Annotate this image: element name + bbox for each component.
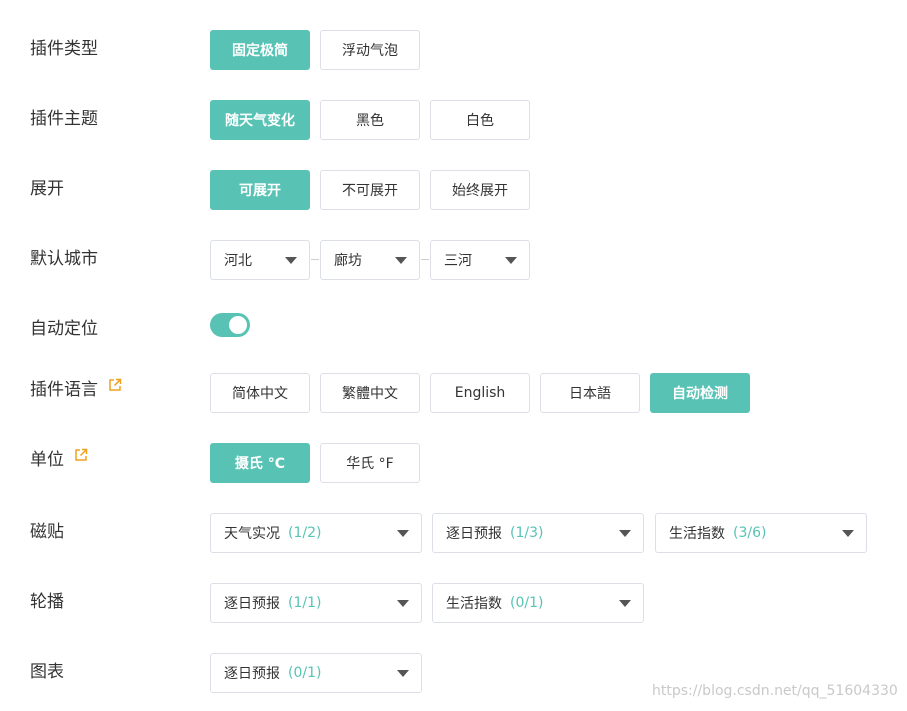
row-tiles: 磁贴 天气实况 (1/2) 逐日预报 (1/3) 生活指数 (3/6) — [0, 513, 907, 553]
theme-option-black[interactable]: 黑色 — [320, 100, 420, 140]
language-option-simplified-chinese[interactable]: 简体中文 — [210, 373, 310, 413]
select-text: 逐日预报 — [224, 596, 280, 612]
chevron-down-icon — [285, 257, 297, 264]
row-default-city: 默认城市 河北 廊坊 三河 — [0, 240, 907, 280]
city-select[interactable]: 廊坊 — [320, 240, 420, 280]
chevron-down-icon — [619, 530, 631, 537]
tiles-label: 磁贴 — [30, 522, 64, 542]
default-city-label: 默认城市 — [30, 249, 98, 269]
weather-plugin-settings: 插件类型 固定极简 浮动气泡 插件主题 随天气变化 黑色 白色 展开 可展开 不… — [0, 0, 907, 711]
chart-label: 图表 — [30, 662, 64, 682]
select-text: 生活指数 — [669, 526, 725, 542]
select-count: (0/1) — [510, 595, 544, 611]
carousel-label: 轮播 — [30, 592, 64, 612]
plugin-language-label: 插件语言 — [30, 380, 98, 400]
chevron-down-icon — [842, 530, 854, 537]
carousel-select-daily-forecast[interactable]: 逐日预报 (1/1) — [210, 583, 422, 623]
row-plugin-type: 插件类型 固定极简 浮动气泡 — [0, 30, 907, 70]
chevron-down-icon — [397, 600, 409, 607]
expand-option-expandable[interactable]: 可展开 — [210, 170, 310, 210]
select-count: (1/1) — [288, 595, 322, 611]
tiles-select-daily-forecast[interactable]: 逐日预报 (1/3) — [432, 513, 644, 553]
external-link-icon[interactable] — [108, 377, 122, 391]
tiles-select-life-index[interactable]: 生活指数 (3/6) — [655, 513, 867, 553]
select-value: 生活指数 (0/1) — [446, 584, 543, 622]
chevron-down-icon — [397, 530, 409, 537]
province-select-value: 河北 — [224, 253, 252, 269]
select-value: 天气实况 (1/2) — [224, 514, 321, 552]
theme-option-white[interactable]: 白色 — [430, 100, 530, 140]
chevron-down-icon — [395, 257, 407, 264]
select-count: (1/2) — [288, 525, 322, 541]
select-separator — [421, 259, 429, 260]
unit-label: 单位 — [30, 450, 64, 470]
district-select-value: 三河 — [444, 253, 472, 269]
carousel-select-life-index[interactable]: 生活指数 (0/1) — [432, 583, 644, 623]
chart-select-daily-forecast[interactable]: 逐日预报 (0/1) — [210, 653, 422, 693]
select-value: 逐日预报 (0/1) — [224, 654, 321, 692]
row-auto-locate: 自动定位 — [0, 310, 907, 350]
city-select-value: 廊坊 — [334, 253, 362, 269]
select-value: 生活指数 (3/6) — [669, 514, 766, 552]
tiles-select-current-weather[interactable]: 天气实况 (1/2) — [210, 513, 422, 553]
theme-option-follow-weather[interactable]: 随天气变化 — [210, 100, 310, 140]
plugin-type-option-floating-bubble[interactable]: 浮动气泡 — [320, 30, 420, 70]
province-select[interactable]: 河北 — [210, 240, 310, 280]
row-unit: 单位 摄氏 °C 华氏 °F — [0, 443, 907, 483]
select-separator — [311, 259, 319, 260]
select-count: (1/3) — [510, 525, 544, 541]
chevron-down-icon — [619, 600, 631, 607]
auto-locate-label: 自动定位 — [30, 319, 98, 339]
select-text: 逐日预报 — [224, 666, 280, 682]
expand-label: 展开 — [30, 179, 64, 199]
plugin-theme-label: 插件主题 — [30, 109, 98, 129]
unit-option-celsius[interactable]: 摄氏 °C — [210, 443, 310, 483]
district-select[interactable]: 三河 — [430, 240, 530, 280]
watermark: https://blog.csdn.net/qq_51604330 — [652, 683, 898, 699]
chevron-down-icon — [505, 257, 517, 264]
row-plugin-theme: 插件主题 随天气变化 黑色 白色 — [0, 100, 907, 140]
external-link-icon[interactable] — [74, 447, 88, 461]
unit-option-fahrenheit[interactable]: 华氏 °F — [320, 443, 420, 483]
row-plugin-language: 插件语言 简体中文 繁體中文 English 日本語 自动检测 — [0, 373, 907, 413]
select-count: (3/6) — [733, 525, 767, 541]
expand-option-always-expanded[interactable]: 始终展开 — [430, 170, 530, 210]
toggle-knob — [229, 316, 247, 334]
plugin-type-label: 插件类型 — [30, 39, 98, 59]
select-count: (0/1) — [288, 665, 322, 681]
language-option-english[interactable]: English — [430, 373, 530, 413]
select-text: 逐日预报 — [446, 526, 502, 542]
select-text: 天气实况 — [224, 526, 280, 542]
plugin-type-option-fixed-minimal[interactable]: 固定极简 — [210, 30, 310, 70]
row-carousel: 轮播 逐日预报 (1/1) 生活指数 (0/1) — [0, 583, 907, 623]
plugin-language-label-group: 插件语言 — [30, 375, 122, 400]
expand-option-not-expandable[interactable]: 不可展开 — [320, 170, 420, 210]
select-value: 逐日预报 (1/3) — [446, 514, 543, 552]
select-value: 逐日预报 (1/1) — [224, 584, 321, 622]
select-text: 生活指数 — [446, 596, 502, 612]
language-option-auto-detect[interactable]: 自动检测 — [650, 373, 750, 413]
auto-locate-toggle[interactable] — [210, 313, 250, 337]
language-option-japanese[interactable]: 日本語 — [540, 373, 640, 413]
unit-label-group: 单位 — [30, 445, 88, 470]
language-option-traditional-chinese[interactable]: 繁體中文 — [320, 373, 420, 413]
row-expand: 展开 可展开 不可展开 始终展开 — [0, 170, 907, 210]
chevron-down-icon — [397, 670, 409, 677]
